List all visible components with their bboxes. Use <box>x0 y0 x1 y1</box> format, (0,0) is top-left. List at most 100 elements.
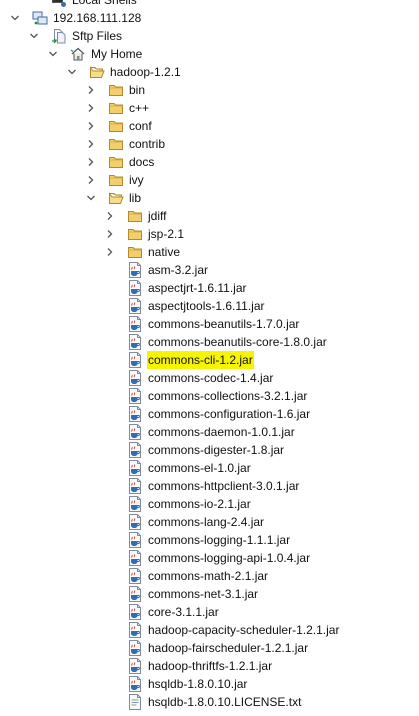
sftp-files-icon <box>51 28 67 44</box>
jar-file-icon <box>127 406 143 422</box>
tree-item-hadoop-1.2.1[interactable]: hadoop-1.2.1 <box>0 63 419 81</box>
jar-file-icon <box>127 280 143 296</box>
tree-item-label: commons-io-2.1.jar <box>148 497 251 511</box>
collapsed-arrow-icon[interactable] <box>85 99 97 117</box>
tree-item-docs[interactable]: docs <box>0 153 419 171</box>
tree-item-local-shells[interactable]: Local Shells <box>0 0 419 9</box>
jar-file-icon <box>127 658 143 674</box>
tree-item-label: Local Shells <box>72 0 137 7</box>
collapsed-arrow-icon[interactable] <box>104 243 116 261</box>
tree-item-label: hsqldb-1.8.0.10.jar <box>148 677 248 691</box>
tree-item-native[interactable]: native <box>0 243 419 261</box>
tree-item-commons-cli-1.2-jar[interactable]: commons-cli-1.2.jar <box>0 351 419 369</box>
tree-item-jar[interactable]: commons-configuration-1.6.jar <box>0 405 419 423</box>
tree-item-label: commons-cli-1.2.jar <box>147 351 254 369</box>
expanded-arrow-icon[interactable] <box>85 189 97 207</box>
tree-item-contrib[interactable]: contrib <box>0 135 419 153</box>
folder-icon <box>127 226 143 242</box>
tree-item-jar[interactable]: core-3.1.1.jar <box>0 603 419 621</box>
tree-item-jar[interactable]: commons-logging-1.1.1.jar <box>0 531 419 549</box>
tree-item-lib[interactable]: lib <box>0 189 419 207</box>
tree-item-jar[interactable]: commons-codec-1.4.jar <box>0 369 419 387</box>
jar-file-icon <box>127 352 143 368</box>
jar-file-icon <box>127 622 143 638</box>
jar-file-icon <box>127 316 143 332</box>
collapsed-arrow-icon[interactable] <box>85 117 97 135</box>
collapsed-arrow-icon[interactable] <box>104 225 116 243</box>
tree-item-jar[interactable]: commons-beanutils-1.7.0.jar <box>0 315 419 333</box>
tree-item-label: docs <box>129 155 155 169</box>
folder-icon <box>108 136 124 152</box>
tree-item-jar[interactable]: commons-beanutils-core-1.8.0.jar <box>0 333 419 351</box>
tree-item-jar[interactable]: hadoop-capacity-scheduler-1.2.1.jar <box>0 621 419 639</box>
folder-open-icon <box>89 64 105 80</box>
collapsed-arrow-icon[interactable] <box>85 171 97 189</box>
tree-item-jar[interactable]: commons-el-1.0.jar <box>0 459 419 477</box>
tree-item-jar[interactable]: commons-httpclient-3.0.1.jar <box>0 477 419 495</box>
tree-item-label: commons-beanutils-1.7.0.jar <box>148 317 300 331</box>
jar-file-icon <box>127 532 143 548</box>
jar-file-icon <box>127 298 143 314</box>
collapsed-arrow-icon[interactable] <box>85 135 97 153</box>
tree-item-jar[interactable]: aspectjrt-1.6.11.jar <box>0 279 419 297</box>
tree-item-host[interactable]: 192.168.111.128 <box>0 9 419 27</box>
tree-item-label: aspectjtools-1.6.11.jar <box>148 299 265 313</box>
tree-item-jar[interactable]: commons-digester-1.8.jar <box>0 441 419 459</box>
folder-icon <box>127 244 143 260</box>
tree-item-label: contrib <box>129 137 166 151</box>
tree-item-jar[interactable]: hsqldb-1.8.0.10.jar <box>0 675 419 693</box>
tree-item-label: hsqldb-1.8.0.10.LICENSE.txt <box>148 695 302 709</box>
expanded-arrow-icon[interactable] <box>66 63 78 81</box>
tree-item-ivy[interactable]: ivy <box>0 171 419 189</box>
tree-item-jar[interactable]: commons-math-2.1.jar <box>0 567 419 585</box>
tree-item-label: hadoop-capacity-scheduler-1.2.1.jar <box>148 623 340 637</box>
tree-item-label: commons-net-3.1.jar <box>148 587 259 601</box>
expanded-arrow-icon[interactable] <box>47 45 59 63</box>
tree-item-label: commons-httpclient-3.0.1.jar <box>148 479 300 493</box>
tree-item-conf[interactable]: conf <box>0 117 419 135</box>
tree-item-label: ivy <box>129 173 144 187</box>
jar-file-icon <box>127 604 143 620</box>
tree-item-label: commons-digester-1.8.jar <box>148 443 285 457</box>
tree-item-label: commons-math-2.1.jar <box>148 569 269 583</box>
jar-file-icon <box>127 514 143 530</box>
tree-item-sftp-files[interactable]: Sftp Files <box>0 27 419 45</box>
tree-item-jar[interactable]: commons-net-3.1.jar <box>0 585 419 603</box>
tree-item-bin[interactable]: bin <box>0 81 419 99</box>
tree-item-jar[interactable]: asm-3.2.jar <box>0 261 419 279</box>
collapsed-arrow-icon[interactable] <box>85 153 97 171</box>
jar-file-icon <box>127 442 143 458</box>
tree-item-label: commons-beanutils-core-1.8.0.jar <box>148 335 327 349</box>
jar-file-icon <box>127 460 143 476</box>
folder-icon <box>108 100 124 116</box>
tree-item-label: commons-logging-1.1.1.jar <box>148 533 291 547</box>
tree-item-label: hadoop-fairscheduler-1.2.1.jar <box>148 641 309 655</box>
tree-item-jar[interactable]: hadoop-thriftfs-1.2.1.jar <box>0 657 419 675</box>
home-icon <box>70 46 86 62</box>
folder-open-icon <box>108 190 124 206</box>
jar-file-icon <box>127 550 143 566</box>
tree-item-text-file[interactable]: hsqldb-1.8.0.10.LICENSE.txt <box>0 693 419 711</box>
tree-item-jsp-2.1[interactable]: jsp-2.1 <box>0 225 419 243</box>
tree-item-cpp[interactable]: c++ <box>0 99 419 117</box>
tree-item-jar[interactable]: commons-collections-3.2.1.jar <box>0 387 419 405</box>
collapsed-arrow-icon[interactable] <box>85 81 97 99</box>
expanded-arrow-icon[interactable] <box>28 27 40 45</box>
tree-item-jar[interactable]: hadoop-fairscheduler-1.2.1.jar <box>0 639 419 657</box>
folder-icon <box>108 172 124 188</box>
text-file-icon <box>127 694 143 710</box>
tree-item-label: hadoop-1.2.1 <box>110 65 181 79</box>
jar-file-icon <box>127 424 143 440</box>
tree-item-jar[interactable]: aspectjtools-1.6.11.jar <box>0 297 419 315</box>
remote-systems-tree[interactable]: Local Shells 192.168.111.128 Sftp Files My … <box>0 0 419 711</box>
tree-item-jar[interactable]: commons-logging-api-1.0.4.jar <box>0 549 419 567</box>
tree-item-label: commons-daemon-1.0.1.jar <box>148 425 295 439</box>
tree-item-jar[interactable]: commons-daemon-1.0.1.jar <box>0 423 419 441</box>
expanded-arrow-icon[interactable] <box>9 9 21 27</box>
tree-item-jar[interactable]: commons-io-2.1.jar <box>0 495 419 513</box>
tree-item-jar[interactable]: commons-lang-2.4.jar <box>0 513 419 531</box>
tree-item-label: commons-logging-api-1.0.4.jar <box>148 551 311 565</box>
tree-item-my-home[interactable]: My Home <box>0 45 419 63</box>
tree-item-jdiff[interactable]: jdiff <box>0 207 419 225</box>
collapsed-arrow-icon[interactable] <box>104 207 116 225</box>
